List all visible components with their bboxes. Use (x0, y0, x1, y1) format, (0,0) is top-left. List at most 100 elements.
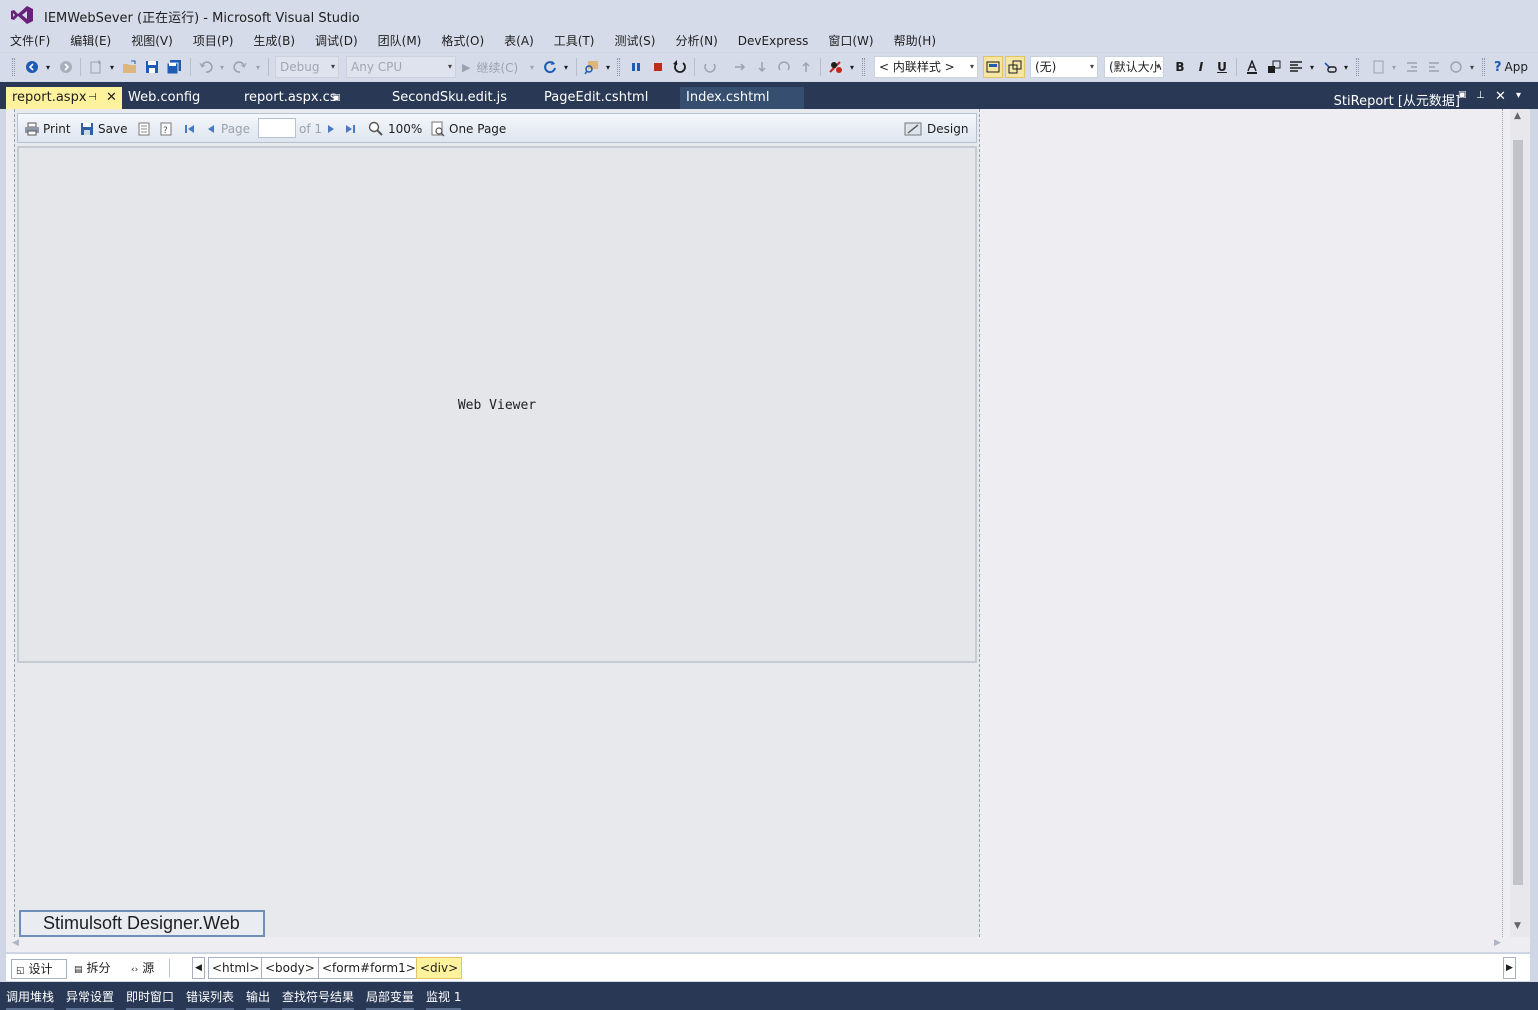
page-number-input[interactable] (258, 118, 296, 138)
hyperlink-dropdown-icon[interactable]: ▾ (1342, 56, 1350, 78)
app-button[interactable]: ? App (1494, 56, 1538, 78)
menu-test[interactable]: 测试(S) (608, 30, 661, 52)
hyperlink-icon[interactable] (1320, 56, 1340, 78)
toolbar-grip[interactable] (12, 58, 15, 76)
tab-report-aspx[interactable]: report.aspx ⊣ ✕ (6, 87, 124, 109)
tab-secondsku-edit-js[interactable]: SecondSku.edit.js (386, 87, 538, 109)
close-icon[interactable]: ✕ (106, 87, 117, 109)
scroll-left-icon[interactable]: ◀ (12, 938, 19, 948)
menu-team[interactable]: 团队(M) (372, 30, 428, 52)
view-formatting-marks-icon[interactable] (983, 56, 1003, 78)
outdent-icon[interactable] (1402, 56, 1422, 78)
new-item-dropdown-icon[interactable]: ▾ (1390, 56, 1398, 78)
menu-debug[interactable]: 调试(D) (309, 30, 364, 52)
indent-icon[interactable] (1424, 56, 1444, 78)
back-dropdown-icon[interactable]: ▾ (44, 56, 52, 78)
toolbar-grip[interactable] (617, 58, 620, 76)
tab-output[interactable]: 输出 (246, 988, 271, 1010)
target-rule-select[interactable]: < 内联样式 > ▾ (874, 56, 978, 78)
view-borders-icon[interactable] (1005, 56, 1025, 78)
toolbar-grip[interactable] (1482, 58, 1485, 76)
undo-dropdown-icon[interactable]: ▾ (218, 56, 226, 78)
tab-watch-1[interactable]: 监视 1 (426, 988, 462, 1010)
tab-list-dropdown-icon[interactable]: ▾ (1516, 90, 1521, 101)
underline-button[interactable]: U (1212, 56, 1232, 78)
pin-icon[interactable]: ⊥ (1476, 90, 1485, 101)
new-project-icon[interactable] (86, 56, 106, 78)
print-button[interactable]: Print (24, 119, 71, 139)
source-view-tab[interactable]: ‹› 源 (131, 959, 154, 979)
step-out-icon[interactable] (796, 56, 816, 78)
new-item-icon[interactable] (1368, 56, 1388, 78)
report-viewer-frame[interactable]: Web Viewer (17, 146, 977, 663)
tab-find-symbol-results[interactable]: 查找符号结果 (282, 988, 355, 1010)
find-in-files-icon[interactable] (582, 56, 602, 78)
align-left-icon[interactable] (1286, 56, 1306, 78)
comment-icon[interactable] (1446, 56, 1466, 78)
toolbar-grip[interactable] (862, 58, 865, 76)
highlight-icon[interactable] (1264, 56, 1284, 78)
scroll-right-icon[interactable]: ▶ (1494, 938, 1501, 948)
block-format-select[interactable]: (无) ▾ (1030, 56, 1098, 78)
tab-error-list[interactable]: 错误列表 (186, 988, 235, 1010)
bookmarks-icon[interactable] (138, 119, 150, 139)
menu-format[interactable]: 格式(O) (435, 30, 490, 52)
show-next-statement-icon[interactable] (700, 56, 720, 78)
previous-page-icon[interactable] (206, 119, 216, 139)
font-color-icon[interactable] (1242, 56, 1262, 78)
breakpoint-dropdown-icon[interactable]: ▾ (848, 56, 856, 78)
tab-report-aspx-cs[interactable]: report.aspx.cs ▣ (238, 87, 386, 109)
zoom-button[interactable]: 100% (368, 119, 422, 139)
tab-call-stack[interactable]: 调用堆栈 (6, 988, 55, 1010)
menu-edit[interactable]: 编辑(E) (64, 30, 117, 52)
step-into-icon[interactable] (730, 56, 750, 78)
menu-table[interactable]: 表(A) (498, 30, 540, 52)
save-report-button[interactable]: Save (80, 119, 127, 139)
refresh-dropdown-icon[interactable]: ▾ (562, 56, 570, 78)
menu-view[interactable]: 视图(V) (125, 30, 179, 52)
undo-icon[interactable] (196, 56, 216, 78)
tab-index-cshtml[interactable]: Index.cshtml (680, 87, 804, 109)
open-file-icon[interactable] (120, 56, 140, 78)
menu-project[interactable]: 项目(P) (187, 30, 240, 52)
font-size-select[interactable]: (默认大小) ▾ (1104, 56, 1164, 78)
scroll-down-icon[interactable]: ▼ (1514, 921, 1521, 931)
close-icon[interactable]: ✕ (1495, 89, 1506, 104)
design-button[interactable]: Design (904, 119, 968, 139)
tab-immediate-window[interactable]: 即时窗口 (126, 988, 175, 1010)
solution-configuration-select[interactable]: Debug ▾ (275, 56, 339, 78)
tag-div[interactable]: <div> (416, 957, 463, 979)
tab-pageedit-cshtml[interactable]: PageEdit.cshtml (538, 87, 680, 109)
breadcrumb-right-icon[interactable]: ▶ (1503, 957, 1516, 979)
pin-icon[interactable]: ⊣ (88, 87, 97, 109)
tag-form[interactable]: <form#form1> (318, 957, 420, 979)
back-icon[interactable] (22, 56, 42, 78)
stop-icon[interactable] (648, 56, 668, 78)
restart-icon[interactable] (670, 56, 690, 78)
parameters-icon[interactable]: ? (160, 119, 172, 139)
solution-platform-select[interactable]: Any CPU ▾ (346, 56, 456, 78)
bold-button[interactable]: B (1170, 56, 1190, 78)
pause-icon[interactable] (626, 56, 646, 78)
tab-web-config[interactable]: Web.config (122, 87, 238, 109)
continue-button[interactable]: ▶ 继续(C) (462, 56, 532, 78)
tag-html[interactable]: <html> (208, 957, 264, 979)
new-dropdown-icon[interactable]: ▾ (108, 56, 116, 78)
redo-icon[interactable] (230, 56, 250, 78)
split-view-tab[interactable]: ▤ 拆分 (74, 959, 111, 979)
stimulsoft-designer-control[interactable]: Stimulsoft Designer.Web (19, 910, 265, 937)
refresh-icon[interactable] (540, 56, 560, 78)
menu-tools[interactable]: 工具(T) (548, 30, 601, 52)
menu-analyze[interactable]: 分析(N) (669, 30, 723, 52)
menu-window[interactable]: 窗口(W) (822, 30, 879, 52)
italic-button[interactable]: I (1191, 56, 1211, 78)
step-back-icon[interactable] (774, 56, 794, 78)
design-view-tab[interactable]: ◱ 设计 (11, 959, 67, 979)
breadcrumb-left-icon[interactable]: ◀ (192, 957, 205, 979)
tab-exception-settings[interactable]: 异常设置 (66, 988, 115, 1010)
last-page-icon[interactable] (344, 119, 356, 139)
menu-build[interactable]: 生成(B) (247, 30, 301, 52)
toolbar-grip[interactable] (1356, 58, 1359, 76)
save-all-icon[interactable] (164, 56, 184, 78)
redo-dropdown-icon[interactable]: ▾ (254, 56, 262, 78)
